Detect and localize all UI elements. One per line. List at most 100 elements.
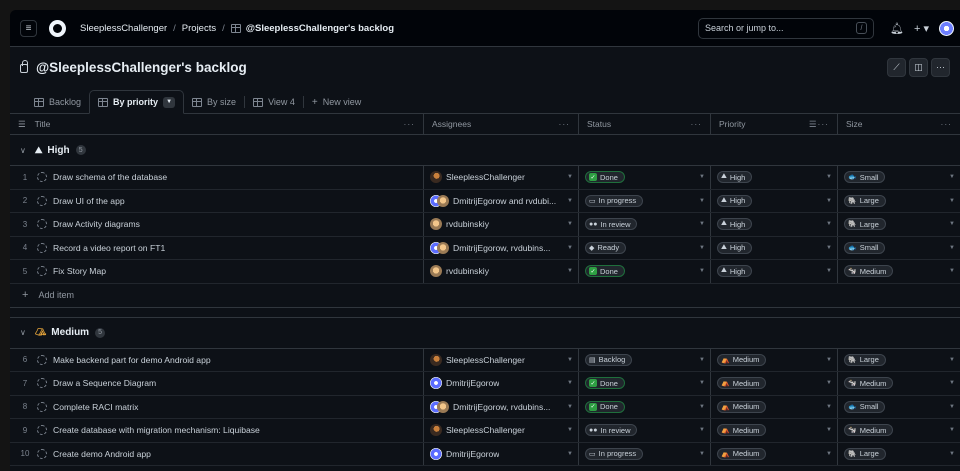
cell-status[interactable]: ✓ Done ▼ [579, 166, 711, 189]
cell-assignees[interactable]: DmitrijEgorow ▼ [424, 442, 579, 465]
cell-status[interactable]: ✓ Done ▼ [579, 395, 711, 418]
cell-status[interactable]: ▤ Backlog ▼ [579, 348, 711, 371]
cell-size[interactable]: 🐘 Large ▼ [838, 190, 960, 213]
user-avatar[interactable] [939, 20, 954, 36]
chevron-down-icon[interactable]: ▼ [567, 357, 573, 363]
cell-priority[interactable]: ⛰ High ▼ [711, 260, 838, 283]
chevron-down-icon[interactable]: ▼ [949, 221, 955, 227]
group-by-icon[interactable]: ☰··· [809, 119, 829, 130]
chevron-down-icon[interactable]: ▼ [826, 357, 832, 363]
cell-priority[interactable]: ⛺ Medium ▼ [711, 372, 838, 395]
cell-status[interactable]: ✓ Done ▼ [579, 260, 711, 283]
table-row[interactable]: 1 Draw schema of the database SleeplessCha… [10, 166, 960, 190]
chevron-down-icon[interactable]: ▼ [567, 380, 573, 386]
breadcrumb-project[interactable]: @SleeplessChallenger's backlog [246, 23, 394, 34]
tab-view-4[interactable]: View 4 [245, 91, 303, 113]
cell-priority[interactable]: ⛰ High ▼ [711, 189, 838, 212]
cell-title[interactable]: 1 Draw schema of the database [10, 166, 424, 189]
chevron-down-icon[interactable]: ▼ [567, 198, 573, 204]
cell-priority[interactable]: ⛰ High ▼ [711, 213, 838, 236]
chevron-down-icon[interactable]: ▼ [567, 245, 573, 251]
cell-title[interactable]: 3 Draw Activity diagrams [10, 213, 424, 236]
cell-status[interactable]: ▭ In progress ▼ [579, 189, 711, 212]
table-row[interactable]: 2 Draw UI of the app DmitrijEgorow and rvd… [10, 189, 960, 213]
cell-status[interactable]: ▭ In progress ▼ [579, 442, 711, 465]
chevron-down-icon[interactable]: ▼ [826, 451, 832, 457]
cell-assignees[interactable]: SleeplessChallenger ▼ [424, 166, 579, 189]
group-header-high[interactable]: ∨ ⛰ High 5 [10, 135, 960, 166]
item-title[interactable]: Draw schema of the database [53, 172, 167, 182]
column-header-assignees[interactable]: Assignees ··· [424, 114, 579, 134]
cell-size[interactable]: 🐟 Small ▼ [838, 396, 960, 419]
cell-assignees[interactable]: DmitrijEgorow and rvdubi... ▼ [424, 189, 579, 212]
chevron-down-icon[interactable]: ▼ [826, 380, 832, 386]
chevron-down-icon[interactable]: ▼ [699, 451, 705, 457]
chevron-down-icon[interactable]: ▼ [699, 245, 705, 251]
chevron-down-icon[interactable]: ▼ [699, 404, 705, 410]
table-row[interactable]: 4 Record a video report on FT1 DmitrijEgor… [10, 236, 960, 260]
table-row[interactable]: 9 Create database with migration mechanis… [10, 419, 960, 443]
more-icon[interactable]: ··· [931, 57, 950, 77]
insights-icon[interactable]: ⟋ [887, 57, 906, 77]
cell-priority[interactable]: ⛰ High ▼ [711, 166, 838, 189]
cell-assignees[interactable]: DmitrijEgorow, rvdubins... ▼ [424, 236, 579, 259]
cell-priority[interactable]: ⛰ High ▼ [711, 236, 838, 259]
cell-status[interactable]: ●● In review ▼ [579, 213, 711, 236]
cell-assignees[interactable]: SleeplessChallenger ▼ [424, 348, 579, 371]
cell-title[interactable]: 10 Create demo Android app [10, 442, 424, 465]
column-menu-icon[interactable]: ··· [559, 119, 571, 129]
item-title[interactable]: Draw Activity diagrams [53, 219, 140, 229]
panel-icon[interactable]: ◫ [909, 57, 928, 77]
cell-assignees[interactable]: rvdubinskiy ▼ [424, 260, 579, 283]
github-logo-icon[interactable] [49, 19, 66, 37]
chevron-down-icon[interactable]: ▼ [949, 198, 955, 204]
cell-priority[interactable]: ⛺ Medium ▼ [711, 442, 838, 465]
cell-status[interactable]: ◆ Ready ▼ [579, 236, 711, 259]
chevron-down-icon[interactable]: ∨ [20, 146, 26, 155]
table-row[interactable]: 10 Create demo Android app DmitrijEgorow ▼ ▭… [10, 442, 960, 466]
chevron-down-icon[interactable]: ▼ [949, 404, 955, 410]
item-title[interactable]: Complete RACI matrix [53, 402, 138, 412]
item-title[interactable]: Draw UI of the app [53, 196, 125, 206]
chevron-down-icon[interactable]: ▼ [699, 357, 705, 363]
cell-status[interactable]: ✓ Done ▼ [579, 372, 711, 395]
chevron-down-icon[interactable]: ▼ [949, 451, 955, 457]
column-menu-icon[interactable]: ··· [691, 119, 703, 129]
cell-priority[interactable]: ⛺ Medium ▼ [711, 348, 838, 371]
chevron-down-icon[interactable]: ▼ [699, 221, 705, 227]
cell-size[interactable]: 🐟 Small ▼ [838, 166, 960, 189]
table-row[interactable]: 8 Complete RACI matrix DmitrijEgorow, rvdu… [10, 395, 960, 419]
table-row[interactable]: 6 Make backend part for demo Android app S… [10, 348, 960, 372]
column-header-priority[interactable]: Priority ☰··· [711, 114, 838, 134]
cell-size[interactable]: 🐄 Medium ▼ [838, 260, 960, 283]
cell-assignees[interactable]: rvdubinskiy ▼ [424, 213, 579, 236]
cell-title[interactable]: 6 Make backend part for demo Android app [10, 348, 424, 371]
new-view-button[interactable]: + New view [304, 91, 369, 113]
chevron-down-icon[interactable]: ▼ [826, 198, 832, 204]
chevron-down-icon[interactable]: ▼ [949, 174, 955, 180]
cell-title[interactable]: 8 Complete RACI matrix [10, 395, 424, 418]
cell-size[interactable]: 🐘 Large ▼ [838, 213, 960, 236]
cell-assignees[interactable]: DmitrijEgorow, rvdubins... ▼ [424, 395, 579, 418]
chevron-down-icon[interactable]: ▼ [949, 380, 955, 386]
menu-icon[interactable]: ≡ [20, 19, 37, 37]
create-new-button[interactable]: + ▾ [914, 22, 929, 35]
item-title[interactable]: Create database with migration mechanism… [53, 425, 260, 435]
tab-by-size[interactable]: By size [184, 91, 244, 113]
cell-priority[interactable]: ⛺ Medium ▼ [711, 419, 838, 442]
cell-title[interactable]: 7 Draw a Sequence Diagram [10, 372, 424, 395]
chevron-down-icon[interactable]: ▼ [699, 174, 705, 180]
column-header-status[interactable]: Status ··· [579, 114, 711, 134]
table-row[interactable]: 7 Draw a Sequence Diagram DmitrijEgorow ▼ ✓ D… [10, 372, 960, 396]
group-header-medium[interactable]: ∨ ⛺︎ Medium 5 [10, 318, 960, 349]
chevron-down-icon[interactable]: ▼ [567, 451, 573, 457]
cell-size[interactable]: 🐘 Large ▼ [838, 349, 960, 372]
breadcrumb-owner[interactable]: SleeplessChallenger [80, 23, 167, 34]
item-title[interactable]: Draw a Sequence Diagram [53, 378, 156, 388]
tab-by-priority[interactable]: By priority ▼ [89, 90, 185, 114]
chevron-down-icon[interactable]: ▼ [826, 221, 832, 227]
cell-size[interactable]: 🐘 Large ▼ [838, 443, 960, 466]
column-header-title[interactable]: ☰ Title ··· [10, 114, 424, 134]
cell-size[interactable]: 🐄 Medium ▼ [838, 419, 960, 442]
chevron-down-icon[interactable]: ▼ [826, 268, 832, 274]
